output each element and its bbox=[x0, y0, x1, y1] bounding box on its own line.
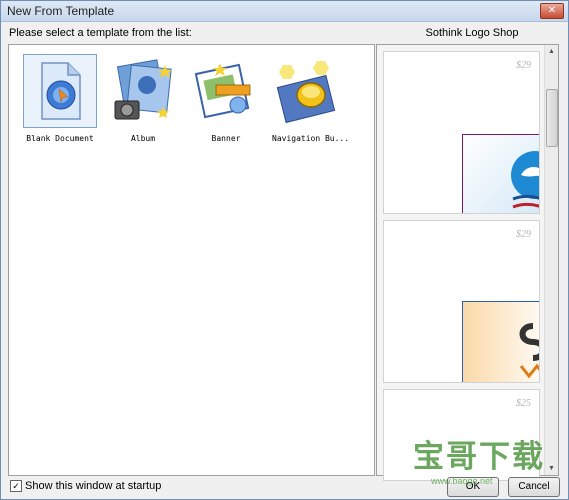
template-album[interactable]: Album bbox=[106, 54, 180, 143]
logo-shop-item[interactable]: $29 bbox=[383, 51, 540, 214]
close-button[interactable]: ✕ bbox=[540, 3, 564, 19]
price-label: $29 bbox=[516, 60, 531, 71]
album-icon bbox=[106, 54, 180, 128]
template-navigation-button[interactable]: Navigation Bu... bbox=[272, 54, 350, 143]
template-label: Album bbox=[130, 134, 156, 143]
startup-label: Show this window at startup bbox=[25, 480, 162, 492]
template-list[interactable]: Blank Document Album Banner Navigation B… bbox=[8, 44, 375, 476]
navigation-button-icon bbox=[272, 54, 346, 128]
watermark-text: 宝哥下载 bbox=[413, 439, 545, 475]
title-bar: New From Template ✕ bbox=[1, 1, 568, 22]
logo-preview bbox=[462, 301, 539, 382]
logo-preview bbox=[462, 134, 539, 213]
template-label: Banner bbox=[211, 134, 241, 143]
show-at-startup-option[interactable]: ✓ Show this window at startup bbox=[10, 480, 161, 492]
window-title: New From Template bbox=[7, 4, 115, 18]
shop-title: Sothink Logo Shop bbox=[425, 27, 519, 39]
shop-scrollbar[interactable]: ▲ ▼ bbox=[544, 45, 558, 475]
banner-icon bbox=[189, 54, 263, 128]
template-prompt: Please select a template from the list: bbox=[9, 27, 192, 39]
startup-checkbox[interactable]: ✓ bbox=[10, 480, 22, 492]
scroll-thumb[interactable] bbox=[546, 89, 558, 147]
template-label: Blank Document bbox=[26, 134, 94, 143]
template-banner[interactable]: Banner bbox=[189, 54, 263, 143]
price-label: $25 bbox=[516, 398, 531, 409]
blank-document-icon bbox=[23, 54, 97, 128]
template-label: Navigation Bu... bbox=[272, 134, 350, 143]
scroll-up-icon[interactable]: ▲ bbox=[546, 46, 557, 57]
price-label: $29 bbox=[516, 229, 531, 240]
watermark: 宝哥下载 www.baoge.net bbox=[413, 439, 563, 489]
logo-shop-item[interactable]: $29 bbox=[383, 220, 540, 383]
new-from-template-dialog: New From Template ✕ Please select a temp… bbox=[0, 0, 569, 500]
watermark-url: www.baoge.net bbox=[431, 476, 493, 486]
logo-shop-panel[interactable]: $29 $29 $25 ▲ ▼ bbox=[376, 44, 559, 481]
template-blank-document[interactable]: Blank Document bbox=[23, 54, 97, 143]
